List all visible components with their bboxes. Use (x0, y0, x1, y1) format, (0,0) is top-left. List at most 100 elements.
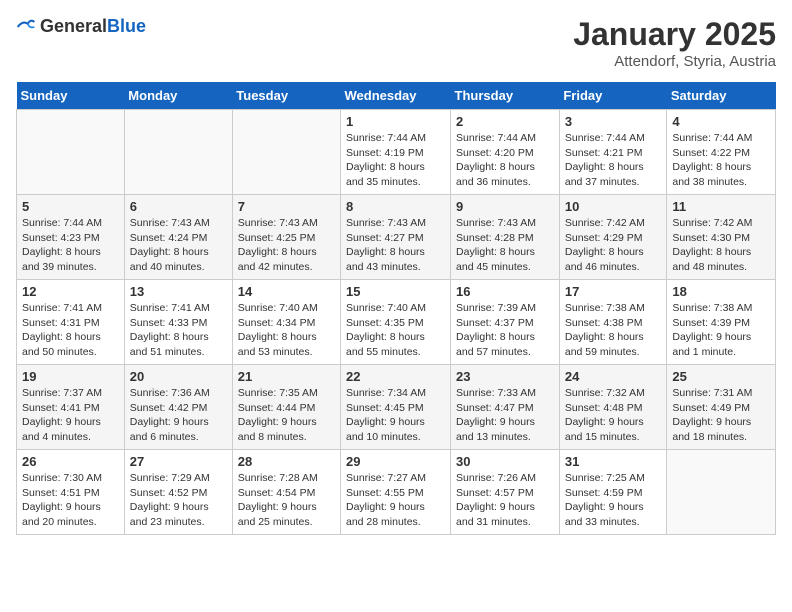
calendar-cell: 14 Sunrise: 7:40 AM Sunset: 4:34 PM Dayli… (232, 280, 340, 365)
calendar-cell: 7 Sunrise: 7:43 AM Sunset: 4:25 PM Daylig… (232, 195, 340, 280)
calendar-cell: 15 Sunrise: 7:40 AM Sunset: 4:35 PM Dayli… (341, 280, 451, 365)
calendar-cell (667, 450, 776, 535)
day-info: Sunrise: 7:44 AM Sunset: 4:22 PM Dayligh… (672, 131, 770, 190)
day-number: 2 (456, 114, 554, 129)
calendar-cell (17, 110, 125, 195)
day-number: 3 (565, 114, 662, 129)
calendar-cell: 30 Sunrise: 7:26 AM Sunset: 4:57 PM Dayli… (451, 450, 560, 535)
day-info: Sunrise: 7:41 AM Sunset: 4:33 PM Dayligh… (130, 301, 227, 360)
calendar-cell: 2 Sunrise: 7:44 AM Sunset: 4:20 PM Daylig… (451, 110, 560, 195)
day-number: 22 (346, 369, 445, 384)
calendar-cell: 19Sunrise: 7:37 AM Sunset: 4:41 PM Dayli… (17, 365, 125, 450)
day-info: Sunrise: 7:43 AM Sunset: 4:25 PM Dayligh… (238, 216, 335, 275)
calendar-cell: 4Sunrise: 7:44 AM Sunset: 4:22 PM Daylig… (667, 110, 776, 195)
month-title: January 2025 (573, 16, 776, 53)
day-number: 30 (456, 454, 554, 469)
calendar-cell: 16 Sunrise: 7:39 AM Sunset: 4:37 PM Dayli… (451, 280, 560, 365)
calendar-cell: 5 Sunrise: 7:44 AM Sunset: 4:23 PM Daylig… (17, 195, 125, 280)
day-info: Sunrise: 7:44 AM Sunset: 4:23 PM Dayligh… (22, 216, 119, 275)
calendar-cell: 31 Sunrise: 7:25 AM Sunset: 4:59 PM Dayli… (559, 450, 667, 535)
day-info: Sunrise: 7:41 AM Sunset: 4:31 PM Dayligh… (22, 301, 119, 360)
day-info: Sunrise: 7:43 AM Sunset: 4:24 PM Dayligh… (130, 216, 227, 275)
weekday-header-monday: Monday (124, 82, 232, 110)
day-number: 18 (672, 284, 770, 299)
weekday-header-wednesday: Wednesday (341, 82, 451, 110)
day-number: 16 (456, 284, 554, 299)
day-info: Sunrise: 7:44 AM Sunset: 4:19 PM Dayligh… (346, 131, 445, 190)
day-number: 20 (130, 369, 227, 384)
day-number: 1 (346, 114, 445, 129)
calendar-week-4: 19Sunrise: 7:37 AM Sunset: 4:41 PM Dayli… (17, 365, 776, 450)
calendar-cell: 8 Sunrise: 7:43 AM Sunset: 4:27 PM Daylig… (341, 195, 451, 280)
day-info: Sunrise: 7:40 AM Sunset: 4:35 PM Dayligh… (346, 301, 445, 360)
calendar-cell: 24Sunrise: 7:32 AM Sunset: 4:48 PM Dayli… (559, 365, 667, 450)
day-number: 7 (238, 199, 335, 214)
day-info: Sunrise: 7:38 AM Sunset: 4:38 PM Dayligh… (565, 301, 662, 360)
calendar-cell: 21 Sunrise: 7:35 AM Sunset: 4:44 PM Dayli… (232, 365, 340, 450)
title-block: January 2025 Attendorf, Styria, Austria (573, 16, 776, 70)
logo-general: General (40, 16, 107, 36)
day-number: 31 (565, 454, 662, 469)
day-number: 5 (22, 199, 119, 214)
calendar-cell: 28Sunrise: 7:28 AM Sunset: 4:54 PM Dayli… (232, 450, 340, 535)
day-info: Sunrise: 7:40 AM Sunset: 4:34 PM Dayligh… (238, 301, 335, 360)
day-info: Sunrise: 7:27 AM Sunset: 4:55 PM Dayligh… (346, 471, 445, 530)
day-number: 14 (238, 284, 335, 299)
calendar-week-3: 12Sunrise: 7:41 AM Sunset: 4:31 PM Dayli… (17, 280, 776, 365)
weekday-header-saturday: Saturday (667, 82, 776, 110)
logo: GeneralBlue (16, 16, 146, 37)
calendar-table: SundayMondayTuesdayWednesdayThursdayFrid… (16, 82, 776, 535)
day-number: 29 (346, 454, 445, 469)
day-info: Sunrise: 7:44 AM Sunset: 4:21 PM Dayligh… (565, 131, 662, 190)
calendar-cell: 29 Sunrise: 7:27 AM Sunset: 4:55 PM Dayli… (341, 450, 451, 535)
calendar-cell: 10 Sunrise: 7:42 AM Sunset: 4:29 PM Dayli… (559, 195, 667, 280)
calendar-cell: 26Sunrise: 7:30 AM Sunset: 4:51 PM Dayli… (17, 450, 125, 535)
day-info: Sunrise: 7:37 AM Sunset: 4:41 PM Dayligh… (22, 386, 119, 445)
day-info: Sunrise: 7:26 AM Sunset: 4:57 PM Dayligh… (456, 471, 554, 530)
day-number: 25 (672, 369, 770, 384)
calendar-cell: 22 Sunrise: 7:34 AM Sunset: 4:45 PM Dayli… (341, 365, 451, 450)
calendar-cell: 1 Sunrise: 7:44 AM Sunset: 4:19 PM Daylig… (341, 110, 451, 195)
day-number: 10 (565, 199, 662, 214)
weekday-header-friday: Friday (559, 82, 667, 110)
day-number: 13 (130, 284, 227, 299)
day-info: Sunrise: 7:34 AM Sunset: 4:45 PM Dayligh… (346, 386, 445, 445)
weekday-header-sunday: Sunday (17, 82, 125, 110)
calendar-cell: 25 Sunrise: 7:31 AM Sunset: 4:49 PM Dayli… (667, 365, 776, 450)
day-number: 21 (238, 369, 335, 384)
day-info: Sunrise: 7:31 AM Sunset: 4:49 PM Dayligh… (672, 386, 770, 445)
day-number: 15 (346, 284, 445, 299)
day-info: Sunrise: 7:39 AM Sunset: 4:37 PM Dayligh… (456, 301, 554, 360)
day-info: Sunrise: 7:25 AM Sunset: 4:59 PM Dayligh… (565, 471, 662, 530)
calendar-cell: 9 Sunrise: 7:43 AM Sunset: 4:28 PM Daylig… (451, 195, 560, 280)
day-info: Sunrise: 7:29 AM Sunset: 4:52 PM Dayligh… (130, 471, 227, 530)
day-info: Sunrise: 7:43 AM Sunset: 4:27 PM Dayligh… (346, 216, 445, 275)
day-info: Sunrise: 7:42 AM Sunset: 4:30 PM Dayligh… (672, 216, 770, 275)
calendar-cell: 27 Sunrise: 7:29 AM Sunset: 4:52 PM Dayli… (124, 450, 232, 535)
calendar-week-5: 26Sunrise: 7:30 AM Sunset: 4:51 PM Dayli… (17, 450, 776, 535)
day-info: Sunrise: 7:42 AM Sunset: 4:29 PM Dayligh… (565, 216, 662, 275)
calendar-cell: 17 Sunrise: 7:38 AM Sunset: 4:38 PM Dayli… (559, 280, 667, 365)
calendar-cell: 20 Sunrise: 7:36 AM Sunset: 4:42 PM Dayli… (124, 365, 232, 450)
calendar-cell (124, 110, 232, 195)
day-number: 9 (456, 199, 554, 214)
calendar-cell: 23Sunrise: 7:33 AM Sunset: 4:47 PM Dayli… (451, 365, 560, 450)
day-number: 8 (346, 199, 445, 214)
day-info: Sunrise: 7:36 AM Sunset: 4:42 PM Dayligh… (130, 386, 227, 445)
day-info: Sunrise: 7:35 AM Sunset: 4:44 PM Dayligh… (238, 386, 335, 445)
day-number: 27 (130, 454, 227, 469)
location: Attendorf, Styria, Austria (573, 53, 776, 70)
day-info: Sunrise: 7:44 AM Sunset: 4:20 PM Dayligh… (456, 131, 554, 190)
day-info: Sunrise: 7:28 AM Sunset: 4:54 PM Dayligh… (238, 471, 335, 530)
weekday-header-tuesday: Tuesday (232, 82, 340, 110)
calendar-cell: 11Sunrise: 7:42 AM Sunset: 4:30 PM Dayli… (667, 195, 776, 280)
day-number: 24 (565, 369, 662, 384)
calendar-week-1: 1 Sunrise: 7:44 AM Sunset: 4:19 PM Daylig… (17, 110, 776, 195)
calendar-cell: 3 Sunrise: 7:44 AM Sunset: 4:21 PM Daylig… (559, 110, 667, 195)
day-number: 23 (456, 369, 554, 384)
logo-icon (16, 17, 36, 37)
day-info: Sunrise: 7:43 AM Sunset: 4:28 PM Dayligh… (456, 216, 554, 275)
calendar-week-2: 5 Sunrise: 7:44 AM Sunset: 4:23 PM Daylig… (17, 195, 776, 280)
day-number: 17 (565, 284, 662, 299)
day-info: Sunrise: 7:30 AM Sunset: 4:51 PM Dayligh… (22, 471, 119, 530)
